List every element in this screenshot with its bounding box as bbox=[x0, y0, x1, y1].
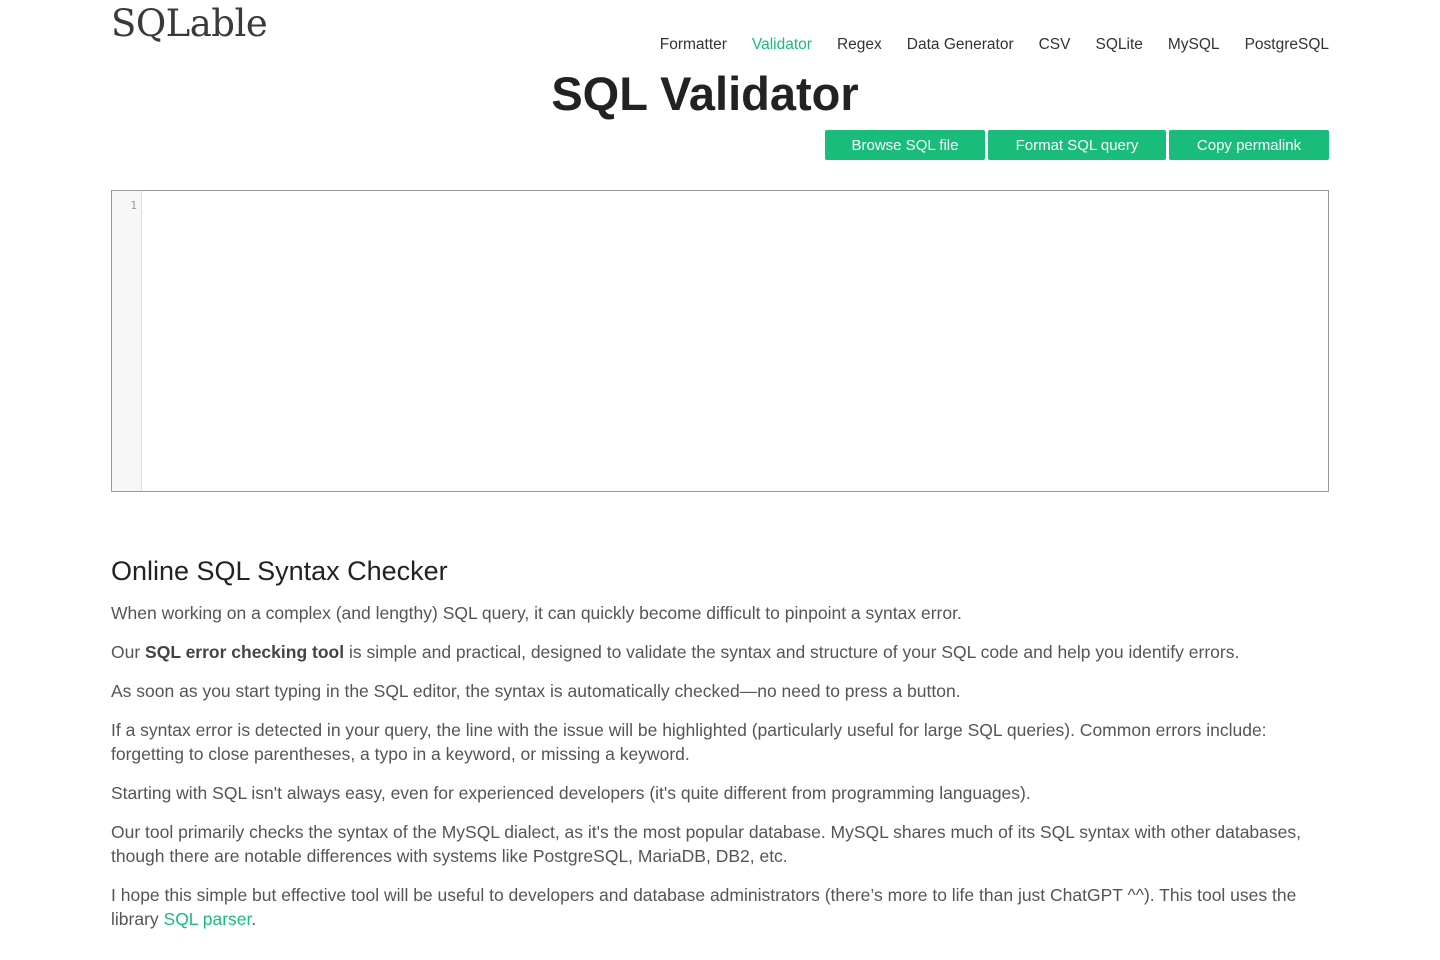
line-number-gutter: 1 bbox=[112, 191, 142, 491]
nav-item-postgresql[interactable]: PostgreSQL bbox=[1245, 36, 1329, 54]
paragraph-7-post: . bbox=[251, 909, 257, 929]
paragraph-7-pre: I hope this simple but effective tool wi… bbox=[111, 885, 1297, 929]
sql-code-input[interactable] bbox=[142, 191, 1328, 491]
paragraph-2: Our SQL error checking tool is simple an… bbox=[111, 640, 1329, 664]
section-heading: Online SQL Syntax Checker bbox=[111, 556, 448, 586]
site-logo[interactable]: SQLable bbox=[111, 2, 268, 45]
paragraph-3: As soon as you start typing in the SQL e… bbox=[111, 681, 961, 701]
nav-item-sqlite[interactable]: SQLite bbox=[1095, 36, 1142, 54]
format-sql-query-button[interactable]: Format SQL query bbox=[988, 130, 1166, 160]
paragraph-6: Our tool primarily checks the syntax of … bbox=[111, 822, 1301, 866]
nav-item-regex[interactable]: Regex bbox=[837, 36, 882, 54]
toolbar: Browse SQL file Format SQL query Copy pe… bbox=[825, 130, 1329, 160]
nav-item-mysql[interactable]: MySQL bbox=[1168, 36, 1220, 54]
paragraph-2-post: is simple and practical, designed to val… bbox=[344, 642, 1240, 662]
paragraph-2-bold: SQL error checking tool bbox=[145, 642, 345, 662]
copy-permalink-button[interactable]: Copy permalink bbox=[1169, 130, 1329, 160]
main-nav: Formatter Validator Regex Data Generator… bbox=[660, 36, 1329, 54]
paragraph-1: When working on a complex (and lengthy) … bbox=[111, 603, 962, 623]
paragraph-4: If a syntax error is detected in your qu… bbox=[111, 720, 1267, 764]
nav-item-formatter[interactable]: Formatter bbox=[660, 36, 727, 54]
nav-item-data-generator[interactable]: Data Generator bbox=[907, 36, 1014, 54]
paragraph-7: I hope this simple but effective tool wi… bbox=[111, 883, 1329, 931]
paragraph-2-pre: Our bbox=[111, 642, 146, 662]
page-title: SQL Validator bbox=[551, 67, 859, 120]
sql-editor[interactable]: 1 bbox=[111, 190, 1329, 492]
browse-sql-file-button[interactable]: Browse SQL file bbox=[825, 130, 985, 160]
nav-item-csv[interactable]: CSV bbox=[1039, 36, 1071, 54]
nav-item-validator[interactable]: Validator bbox=[752, 36, 812, 54]
description-section: Online SQL Syntax Checker When working o… bbox=[111, 556, 1329, 946]
line-number: 1 bbox=[130, 199, 137, 212]
paragraph-5: Starting with SQL isn't always easy, eve… bbox=[111, 783, 1031, 803]
sql-parser-link[interactable]: SQL parser bbox=[164, 909, 252, 929]
